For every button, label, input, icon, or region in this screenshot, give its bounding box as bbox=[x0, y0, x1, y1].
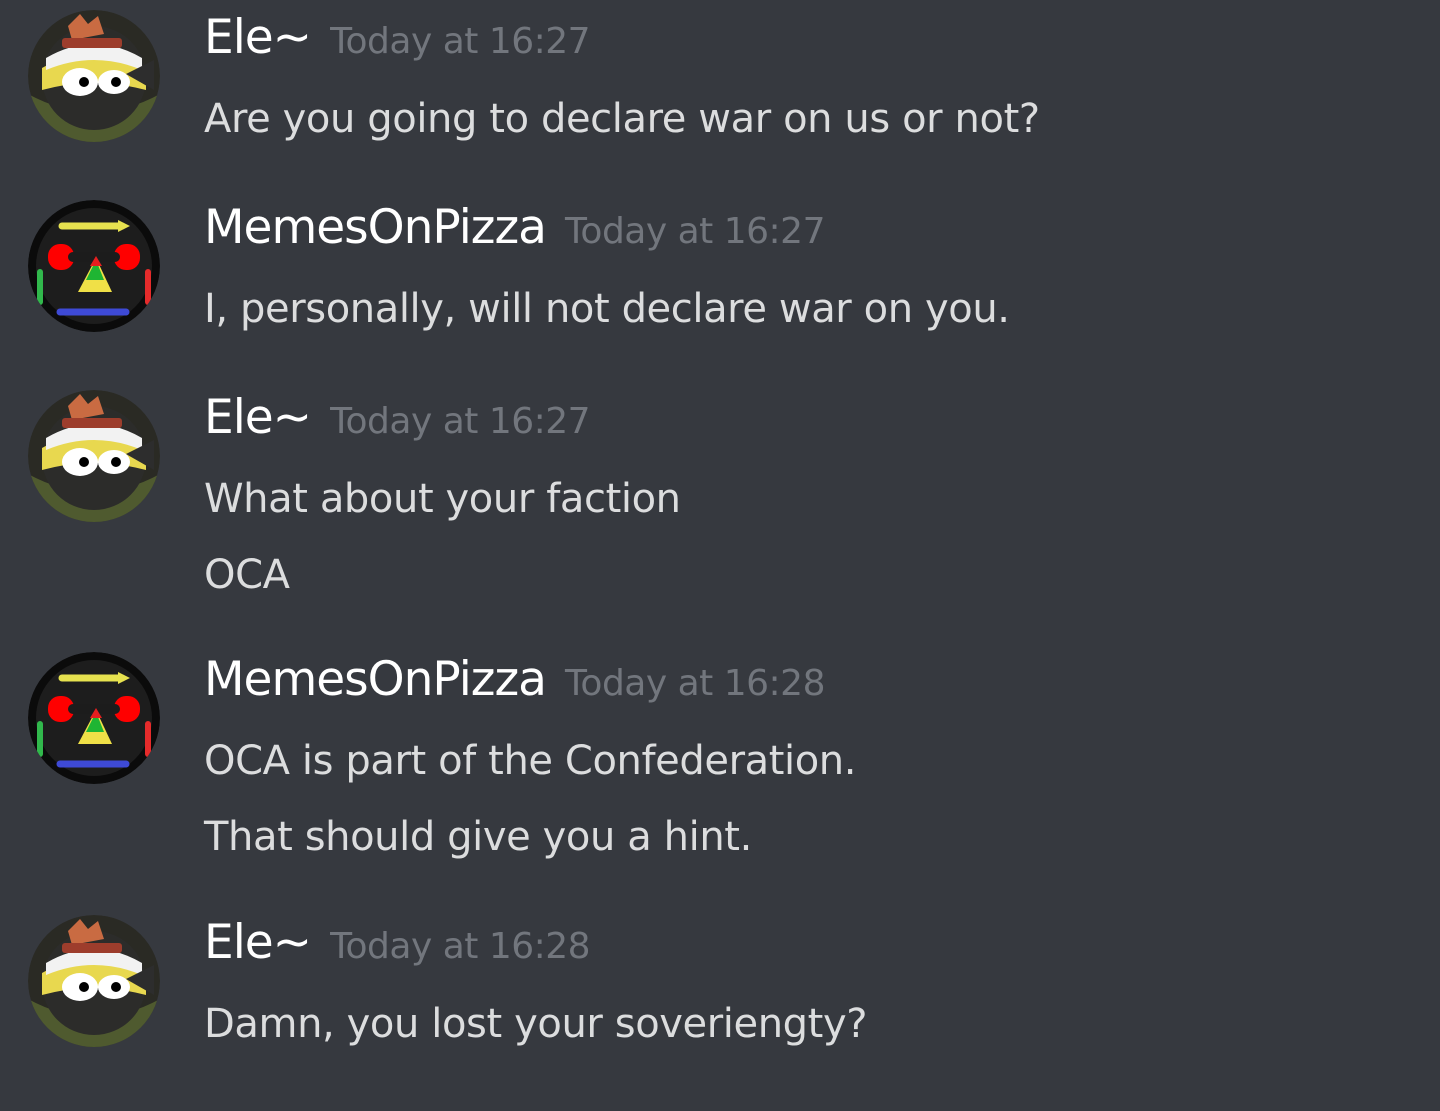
timestamp: Today at 16:28 bbox=[565, 663, 825, 704]
message-group: Ele~ Today at 16:28 Damn, you lost your … bbox=[0, 905, 1440, 1095]
timestamp: Today at 16:28 bbox=[330, 926, 591, 967]
memesonpizza-avatar[interactable] bbox=[28, 652, 160, 784]
message-text: I, personally, will not declare war on y… bbox=[204, 286, 1010, 332]
message-text: Damn, you lost your soveriengty? bbox=[204, 1001, 868, 1047]
username[interactable]: MemesOnPizza bbox=[204, 652, 547, 707]
message-group: MemesOnPizza Today at 16:27 I, personall… bbox=[0, 190, 1440, 360]
timestamp: Today at 16:27 bbox=[330, 21, 591, 62]
ele-avatar[interactable] bbox=[28, 10, 160, 142]
username[interactable]: MemesOnPizza bbox=[204, 200, 547, 255]
ele-avatar[interactable] bbox=[28, 915, 160, 1047]
message-group: Ele~ Today at 16:27 Are you going to dec… bbox=[0, 0, 1440, 170]
message-header: Ele~ Today at 16:27 bbox=[204, 10, 591, 82]
memesonpizza-avatar[interactable] bbox=[28, 200, 160, 332]
message-header: MemesOnPizza Today at 16:28 bbox=[204, 652, 825, 724]
message-header: MemesOnPizza Today at 16:27 bbox=[204, 200, 825, 272]
ele-avatar[interactable] bbox=[28, 390, 160, 522]
message-header: Ele~ Today at 16:27 bbox=[204, 390, 591, 462]
message-text: OCA bbox=[204, 552, 290, 598]
message-header: Ele~ Today at 16:28 bbox=[204, 915, 591, 987]
message-text: That should give you a hint. bbox=[204, 814, 752, 860]
message-text: Are you going to declare war on us or no… bbox=[204, 96, 1040, 142]
message-group: Ele~ Today at 16:27 What about your fact… bbox=[0, 380, 1440, 620]
username[interactable]: Ele~ bbox=[204, 390, 312, 445]
chat-messages: Ele~ Today at 16:27 Are you going to dec… bbox=[0, 0, 1440, 1111]
username[interactable]: Ele~ bbox=[204, 915, 312, 970]
message-text: What about your faction bbox=[204, 476, 681, 522]
message-group: MemesOnPizza Today at 16:28 OCA is part … bbox=[0, 642, 1440, 882]
message-text: OCA is part of the Confederation. bbox=[204, 738, 857, 784]
timestamp: Today at 16:27 bbox=[565, 211, 825, 252]
username[interactable]: Ele~ bbox=[204, 10, 312, 65]
timestamp: Today at 16:27 bbox=[330, 401, 591, 442]
